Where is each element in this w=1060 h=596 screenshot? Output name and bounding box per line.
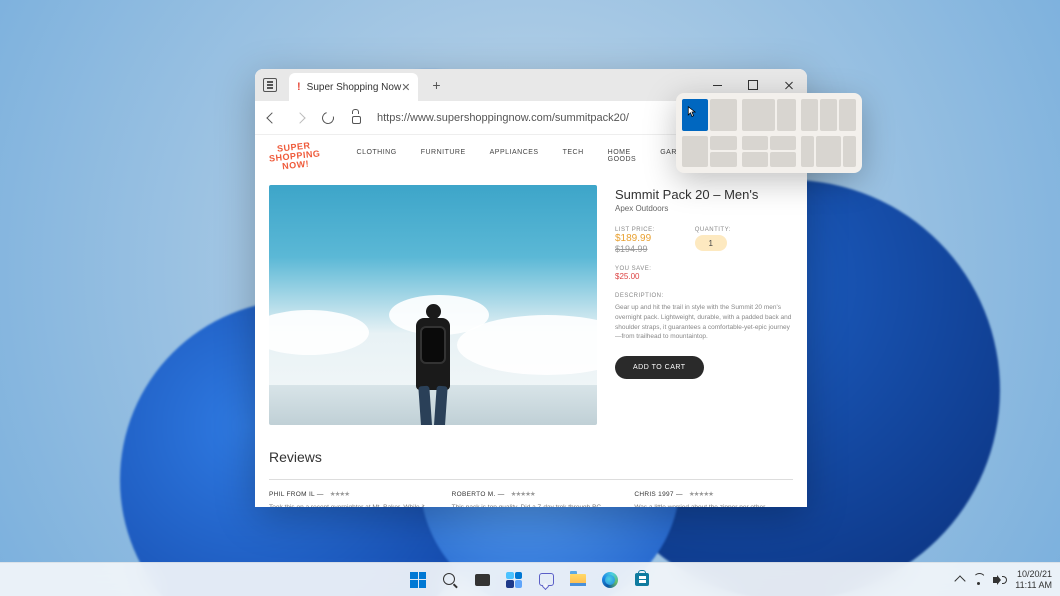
- wifi-icon[interactable]: [972, 575, 985, 585]
- description-text: Gear up and hit the trail in style with …: [615, 303, 793, 342]
- product-image: [269, 185, 597, 425]
- tab-title: Super Shopping Now: [307, 82, 402, 93]
- review-item: PHIL FROM IL — ★★★★ Took this on a recen…: [269, 490, 428, 507]
- nav-tech[interactable]: TECH: [563, 149, 584, 163]
- star-icon: ★★★★: [330, 491, 349, 498]
- description-label: DESCRIPTION:: [615, 293, 793, 299]
- site-logo[interactable]: SUPER SHOPPING NOW!: [268, 140, 322, 172]
- add-to-cart-button[interactable]: ADD TO CART: [615, 356, 704, 379]
- page-content: SUPER SHOPPING NOW! CLOTHING FURNITURE A…: [255, 135, 807, 507]
- snap-layout-3col[interactable]: [801, 99, 856, 131]
- you-save-amount: $25.00: [615, 272, 793, 281]
- nav-appliances[interactable]: APPLIANCES: [490, 149, 539, 163]
- snap-layout-quad[interactable]: [742, 136, 797, 168]
- star-icon: ★★★★★: [511, 491, 535, 498]
- product-brand: Apex Outdoors: [615, 204, 793, 213]
- reviews-heading: Reviews: [269, 449, 793, 465]
- nav-clothing[interactable]: CLOTHING: [357, 149, 397, 163]
- reload-button[interactable]: [321, 111, 335, 125]
- chat-button[interactable]: [532, 566, 560, 594]
- sale-price: $189.99: [615, 233, 655, 244]
- product-details: Summit Pack 20 – Men's Apex Outdoors LIS…: [615, 185, 793, 425]
- edge-button[interactable]: [596, 566, 624, 594]
- forward-button[interactable]: [293, 111, 307, 125]
- review-item: CHRIS 1997 — ★★★★★ Was a little worried …: [634, 490, 793, 507]
- new-tab-button[interactable]: +: [424, 73, 448, 97]
- tab-actions-icon[interactable]: [263, 78, 277, 92]
- nav-furniture[interactable]: FURNITURE: [421, 149, 466, 163]
- widgets-button[interactable]: [500, 566, 528, 594]
- quantity-stepper[interactable]: 1: [695, 235, 727, 251]
- tab-close-icon[interactable]: ✕: [401, 81, 410, 94]
- snap-layout-left-plus-stack[interactable]: [682, 136, 737, 168]
- nav-home-goods[interactable]: HOME GOODS: [608, 149, 637, 163]
- snap-layout-2col-wide-left[interactable]: [742, 99, 797, 131]
- volume-icon[interactable]: [993, 575, 1005, 585]
- cursor-icon: [687, 105, 697, 117]
- favicon-icon: !: [297, 81, 301, 93]
- desktop-wallpaper: ! Super Shopping Now ✕ + https://www.sup…: [0, 0, 1060, 596]
- list-price: $194.99: [615, 244, 655, 254]
- clock[interactable]: 10/20/21 11:11 AM: [1015, 569, 1052, 591]
- tray-overflow-icon[interactable]: [955, 575, 966, 586]
- search-button[interactable]: [436, 566, 464, 594]
- browser-tab[interactable]: ! Super Shopping Now ✕: [289, 73, 418, 101]
- back-button[interactable]: [265, 111, 279, 125]
- lock-icon: [349, 111, 363, 125]
- snap-layout-3col-wide-center[interactable]: [801, 136, 856, 168]
- start-button[interactable]: [404, 566, 432, 594]
- system-tray[interactable]: [956, 574, 1005, 585]
- star-icon: ★★★★★: [689, 491, 713, 498]
- review-item: ROBERTO M. — ★★★★★ This pack is top qual…: [452, 490, 611, 507]
- product-title: Summit Pack 20 – Men's: [615, 187, 793, 202]
- file-explorer-button[interactable]: [564, 566, 592, 594]
- task-view-button[interactable]: [468, 566, 496, 594]
- quantity-label: QUANTITY:: [695, 227, 731, 233]
- taskbar: 10/20/21 11:11 AM: [0, 562, 1060, 596]
- snap-layouts-popup: [676, 93, 862, 173]
- snap-layout-2col-even[interactable]: [682, 99, 737, 131]
- store-button[interactable]: [628, 566, 656, 594]
